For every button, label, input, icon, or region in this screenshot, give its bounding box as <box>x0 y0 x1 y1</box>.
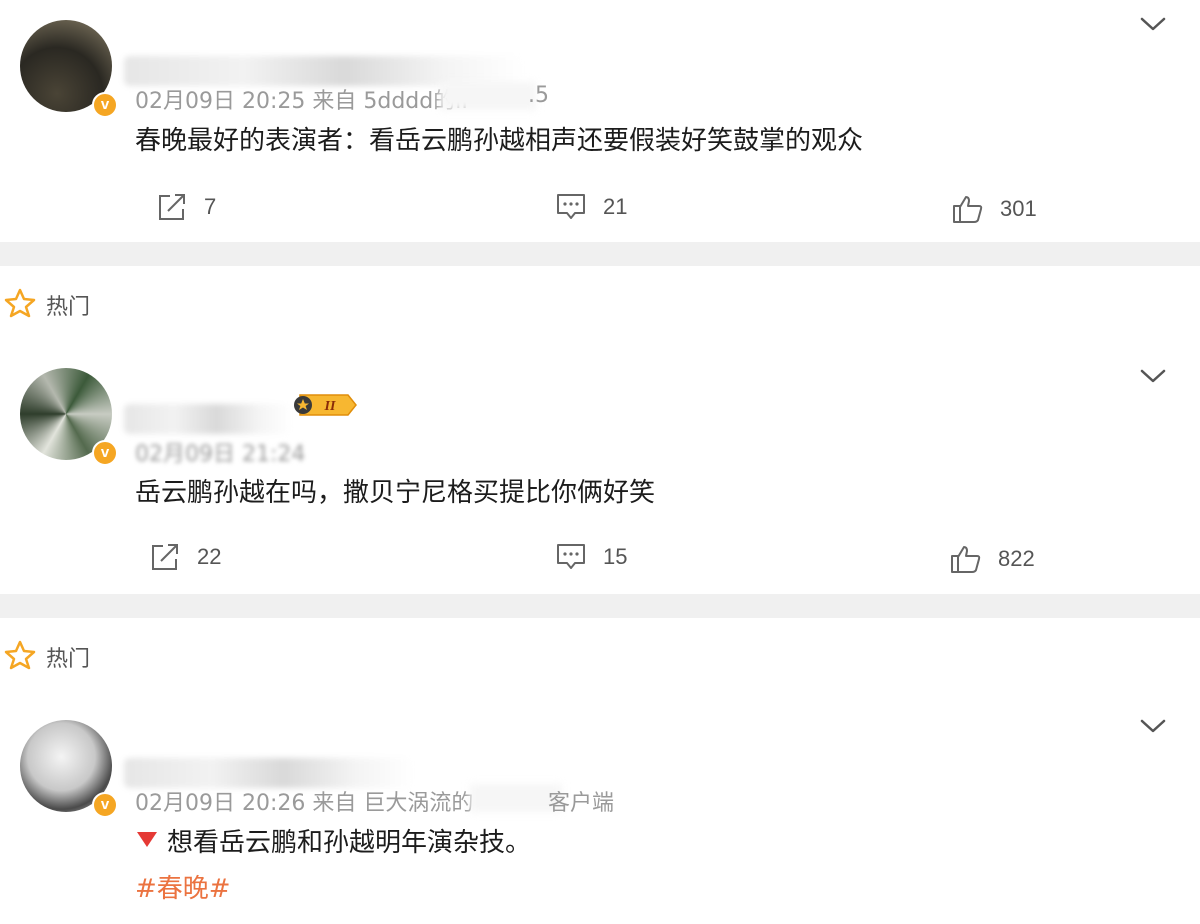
post-meta: 02月09日 21:24 <box>135 442 306 467</box>
section-divider <box>0 594 1200 618</box>
post-content-text: 想看岳云鹏和孙越明年演杂技。 <box>167 828 532 858</box>
chevron-down-icon[interactable] <box>1140 718 1166 734</box>
post-card-1: v 02月09日 20:25 来自 5dddd的iP .5 春晚最好的表演者：看… <box>0 0 1200 242</box>
like-count: 301 <box>1000 196 1037 221</box>
username-blurred[interactable] <box>124 404 292 434</box>
comment-button[interactable]: 21 <box>555 190 627 224</box>
repost-icon <box>149 542 181 572</box>
star-icon <box>4 640 36 674</box>
chevron-down-icon[interactable] <box>1140 16 1166 32</box>
hot-text: 热门 <box>46 647 91 672</box>
like-count: 822 <box>998 546 1035 571</box>
thumbs-up-icon <box>950 544 982 574</box>
comment-button[interactable]: 15 <box>555 540 627 574</box>
repost-icon <box>156 192 188 222</box>
post-content: 春晚最好的表演者：看岳云鹏孙越相声还要假装好笑鼓掌的观众 <box>135 126 864 156</box>
red-down-triangle-icon <box>135 826 159 856</box>
svg-text:II: II <box>324 399 336 414</box>
repost-button[interactable]: 22 <box>149 540 221 574</box>
comment-icon <box>555 192 587 222</box>
post-card-2: 热门 v II 02月09日 21:24 岳云鹏孙越在吗，撒贝宁尼格买提比你俩好… <box>0 266 1200 594</box>
post-content: 岳云鹏孙越在吗，撒贝宁尼格买提比你俩好笑 <box>135 478 656 508</box>
like-button[interactable]: 301 <box>952 192 1037 226</box>
level-badge: II <box>292 393 357 416</box>
chevron-down-icon[interactable] <box>1140 368 1166 384</box>
star-icon <box>4 288 36 322</box>
comment-count: 15 <box>603 544 628 569</box>
post-content: 想看岳云鹏和孙越明年演杂技。 <box>135 822 531 859</box>
post-meta-tail: .5 <box>528 83 549 108</box>
verified-badge: v <box>92 792 118 818</box>
verified-badge: v <box>92 92 118 118</box>
comment-icon <box>555 542 587 572</box>
post-meta-tail: 客户端 <box>548 791 615 816</box>
comment-count: 21 <box>603 194 628 219</box>
repost-count: 7 <box>204 194 217 219</box>
hot-label: 热门 <box>4 288 90 322</box>
repost-count: 22 <box>197 544 222 569</box>
meta-blur <box>440 82 536 110</box>
post-meta: 02月09日 20:25 来自 5dddd的iP <box>135 89 475 114</box>
post-card-3: 热门 v 02月09日 20:26 来自 巨大涡流的 客户端 想看岳云鹏和孙越明… <box>0 618 1200 924</box>
thumbs-up-icon <box>952 194 984 224</box>
verified-badge: v <box>92 440 118 466</box>
section-divider <box>0 242 1200 266</box>
username-blurred[interactable] <box>124 758 414 788</box>
hashtag-link[interactable]: #春晚# <box>135 868 231 905</box>
repost-button[interactable]: 7 <box>156 190 216 224</box>
hot-text: 热门 <box>46 295 91 320</box>
hot-label: 热门 <box>4 640 90 674</box>
post-meta: 02月09日 20:26 来自 巨大涡流的 <box>135 791 474 816</box>
like-button[interactable]: 822 <box>950 542 1035 576</box>
